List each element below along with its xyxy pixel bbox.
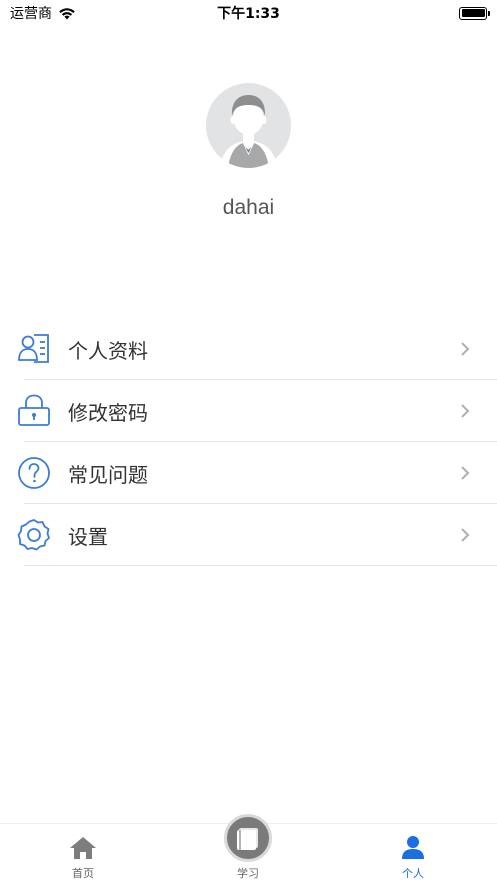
battery-fill <box>461 9 485 17</box>
settings-menu: 个人资料 修改密码 常见问题 设置 <box>0 318 497 566</box>
menu-item-change-password[interactable]: 修改密码 <box>0 380 497 442</box>
menu-item-label: 修改密码 <box>68 400 148 425</box>
divider <box>24 565 497 566</box>
avatar[interactable] <box>206 83 291 168</box>
tab-label: 个人 <box>402 867 424 880</box>
chevron-right-icon <box>461 342 470 356</box>
menu-item-settings[interactable]: 设置 <box>0 504 497 566</box>
profile-card-icon <box>18 334 49 363</box>
menu-item-profile[interactable]: 个人资料 <box>0 318 497 380</box>
username: dahai <box>222 196 275 219</box>
tab-study[interactable]: 学习 <box>188 814 308 883</box>
status-bar: 运营商 下午1:33 <box>0 0 497 26</box>
menu-item-faq[interactable]: 常见问题 <box>0 442 497 504</box>
person-icon <box>402 836 424 859</box>
study-button-circle <box>224 814 272 862</box>
chevron-right-icon <box>461 528 470 542</box>
carrier-label: 运营商 <box>10 6 52 22</box>
chevron-right-icon <box>461 404 470 418</box>
tab-label: 首页 <box>72 867 94 880</box>
profile-screen: 运营商 下午1:33 dahai 个人资料 修改密码 常见问题 设置 首页 学习… <box>0 0 497 883</box>
tab-personal[interactable]: 个人 <box>353 824 473 883</box>
tab-home[interactable]: 首页 <box>23 824 143 883</box>
menu-item-label: 常见问题 <box>68 462 148 487</box>
book-icon <box>237 828 258 850</box>
status-left: 运营商 <box>10 3 76 23</box>
tab-label: 学习 <box>237 867 259 880</box>
menu-item-label: 个人资料 <box>68 338 148 363</box>
gear-icon <box>17 519 50 551</box>
wifi-icon <box>59 7 75 19</box>
chevron-right-icon <box>461 466 470 480</box>
menu-item-label: 设置 <box>68 524 108 549</box>
tab-bar: 首页 学习 个人 <box>0 814 497 883</box>
question-icon <box>18 457 50 489</box>
avatar-person-icon <box>220 95 277 168</box>
lock-icon <box>18 394 50 426</box>
battery-icon <box>459 6 490 20</box>
home-icon <box>70 837 96 859</box>
